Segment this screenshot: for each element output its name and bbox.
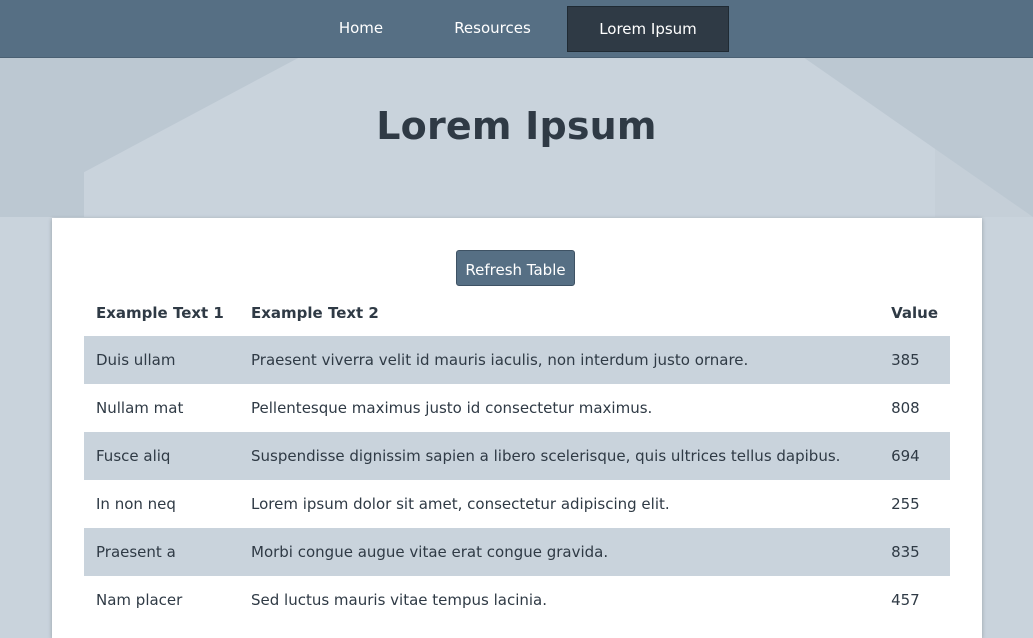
cell-example-text-1: In non neq (96, 495, 176, 513)
table-row: In non neq Lorem ipsum dolor sit amet, c… (84, 480, 950, 528)
cell-value: 835 (879, 528, 950, 576)
cell-example-text-1: Fusce aliq (84, 432, 239, 480)
cell-value: 385 (879, 336, 950, 384)
table-row: Fusce aliq Suspendisse dignissim sapien … (84, 432, 950, 480)
cell-value: 255 (891, 495, 920, 513)
page-title: Lorem Ipsum (376, 104, 657, 148)
table-row: Nam placer Sed luctus mauris vitae tempu… (84, 576, 950, 624)
table-row: Praesent a Morbi congue augue vitae erat… (84, 528, 950, 576)
table-header-row: Example Text 1 Example Text 2 Value (84, 290, 950, 336)
table-row: Duis ullam Praesent viverra velit id mau… (84, 336, 950, 384)
nav-item-resources[interactable]: Resources (437, 6, 548, 50)
column-header-example-text-1: Example Text 1 (96, 304, 224, 322)
cell-example-text-2: Pellentesque maximus justo id consectetu… (251, 399, 653, 417)
cell-value: 694 (879, 432, 950, 480)
cell-example-text-2: Praesent viverra velit id mauris iaculis… (239, 336, 880, 384)
cell-value: 457 (891, 591, 920, 609)
cell-example-text-2: Lorem ipsum dolor sit amet, consectetur … (251, 495, 670, 513)
cell-example-text-1: Praesent a (84, 528, 239, 576)
nav-item-lorem-ipsum[interactable]: Lorem Ipsum (567, 6, 729, 52)
nav-item-home[interactable]: Home (318, 6, 404, 50)
refresh-table-button[interactable]: Refresh Table (456, 250, 575, 286)
cell-example-text-1: Duis ullam (84, 336, 239, 384)
table-card: Refresh Table Example Text 1 Example Tex… (52, 218, 982, 638)
column-header-value: Value (891, 304, 938, 322)
cell-value: 808 (891, 399, 920, 417)
table-row: Nullam mat Pellentesque maximus justo id… (84, 384, 950, 432)
column-header-example-text-2: Example Text 2 (251, 304, 379, 322)
data-table: Example Text 1 Example Text 2 Value Duis… (84, 290, 950, 624)
cell-example-text-1: Nullam mat (96, 399, 184, 417)
cell-example-text-2: Morbi congue augue vitae erat congue gra… (239, 528, 880, 576)
cell-example-text-2: Sed luctus mauris vitae tempus lacinia. (251, 591, 548, 609)
cell-example-text-2: Suspendisse dignissim sapien a libero sc… (239, 432, 880, 480)
top-navbar: Home Resources Lorem Ipsum (0, 0, 1033, 58)
cell-example-text-1: Nam placer (96, 591, 183, 609)
